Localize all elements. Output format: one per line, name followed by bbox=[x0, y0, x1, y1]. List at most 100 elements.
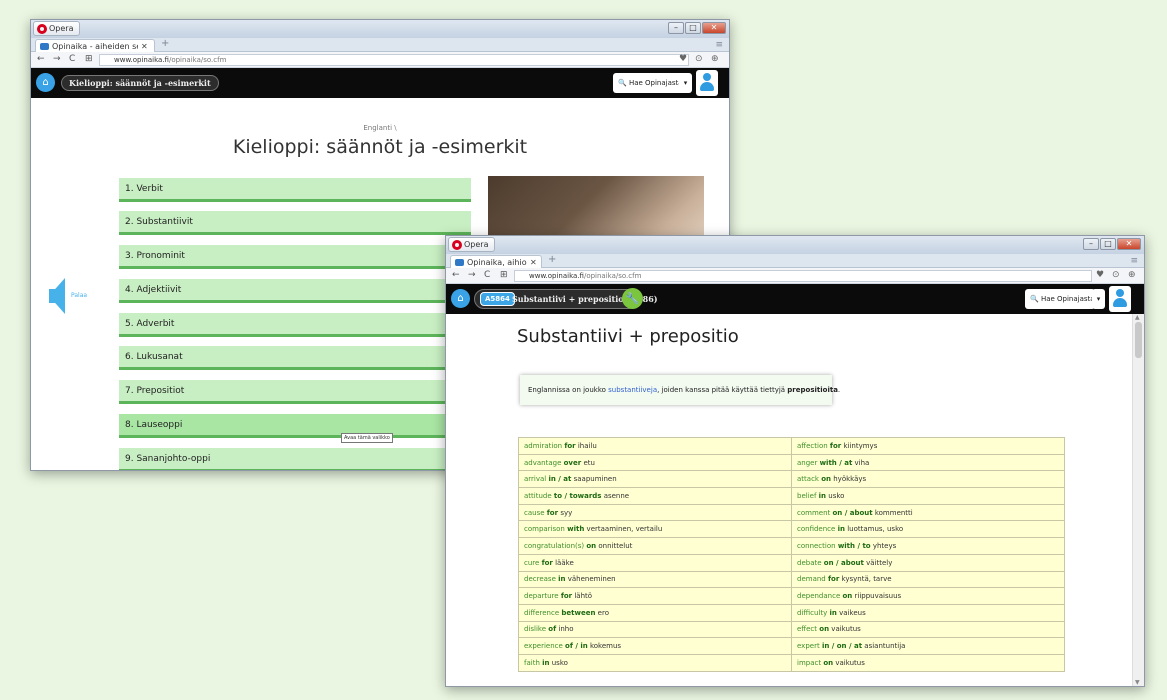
tab-menu-icon[interactable]: ≡ bbox=[715, 40, 723, 50]
reload-icon[interactable]: C bbox=[69, 54, 75, 64]
close-tab-icon[interactable]: ✕ bbox=[141, 41, 148, 52]
opera-menu-label: Opera bbox=[464, 240, 489, 249]
opera-menu-button[interactable]: Opera bbox=[33, 21, 80, 36]
translation: väittely bbox=[866, 558, 893, 567]
translation: kysyntä, tarve bbox=[841, 575, 892, 584]
menu-item[interactable]: 4. Adjektiivit bbox=[119, 279, 471, 303]
table-row: difference between ero difficulty in vaik… bbox=[518, 603, 1065, 622]
new-tab-icon[interactable]: + bbox=[161, 38, 169, 49]
search-dropdown-toggle[interactable]: ▾ bbox=[679, 73, 692, 93]
noun-word: dislike bbox=[524, 625, 547, 634]
table-cell: affection for kiintymys bbox=[791, 437, 1065, 455]
site-favicon-icon bbox=[455, 258, 464, 266]
home-icon[interactable]: ⌂ bbox=[36, 73, 55, 92]
back-nav-icon[interactable]: ← bbox=[37, 54, 45, 64]
browser-tab[interactable]: Opinaika, aihio 5864 - Sub ✕ bbox=[450, 255, 542, 268]
menu-item[interactable]: 5. Adverbit bbox=[119, 313, 471, 337]
url-host: www.opinaika.fi bbox=[114, 56, 169, 64]
address-bar[interactable]: www.opinaika.fi/opinaika/so.cfm bbox=[514, 270, 1092, 282]
nouns-link[interactable]: substantiiveja bbox=[608, 386, 657, 394]
search-dropdown-toggle[interactable]: ▾ bbox=[1092, 289, 1105, 309]
back-nav-icon[interactable]: ← bbox=[452, 270, 460, 280]
extensions-icon[interactable]: ⊕ bbox=[711, 54, 719, 64]
back-arrow-icon[interactable] bbox=[49, 278, 65, 314]
close-tab-icon[interactable]: ✕ bbox=[530, 257, 537, 268]
bookmark-heart-icon[interactable]: ♥ bbox=[679, 54, 687, 64]
url-host: www.opinaika.fi bbox=[529, 272, 584, 280]
table-cell: connection with / to yhteys bbox=[791, 537, 1065, 555]
wrench-icon[interactable]: 🔧 bbox=[622, 288, 643, 309]
translation: lääke bbox=[555, 558, 574, 567]
preposition: for bbox=[829, 441, 842, 450]
scrollbar[interactable]: ▲ ▼ bbox=[1132, 314, 1144, 686]
speed-dial-icon[interactable]: ⊞ bbox=[85, 54, 93, 64]
menu-item[interactable]: 7. Prepositiot bbox=[119, 380, 471, 404]
translation: vaikutus bbox=[831, 625, 861, 634]
translation: usko bbox=[828, 491, 845, 500]
preposition: to / towards bbox=[553, 491, 602, 500]
minimize-button[interactable]: – bbox=[668, 22, 684, 34]
preposition: on / about bbox=[823, 558, 864, 567]
subject-breadcrumb[interactable]: Englanti \ bbox=[31, 124, 729, 132]
menu-item[interactable]: 1. Verbit bbox=[119, 178, 471, 202]
scrollbar-thumb[interactable] bbox=[1135, 322, 1142, 358]
translation: kommentti bbox=[874, 508, 913, 517]
table-row: arrival in / at saapuminen attack on hyök… bbox=[518, 470, 1065, 489]
menu-item[interactable]: 2. Substantiivit bbox=[119, 211, 471, 235]
noun-word: connection bbox=[797, 541, 836, 550]
new-tab-icon[interactable]: + bbox=[548, 254, 556, 265]
site-header: ⌂ A5864 Substantiivi + prepositio (§ 286… bbox=[446, 284, 1144, 314]
noun-word: anger bbox=[797, 458, 818, 467]
table-row: cause for syy comment on / about kommentt… bbox=[518, 503, 1065, 522]
intro-text-middle: , joiden kanssa pitää käyttää tiettyjä bbox=[657, 386, 788, 394]
table-cell: belief in usko bbox=[791, 487, 1065, 505]
tab-title: Opinaika - aiheiden selaus bbox=[52, 41, 138, 51]
intro-text-before: Englannissa on joukko bbox=[528, 386, 609, 394]
user-avatar-icon[interactable] bbox=[696, 70, 718, 96]
translation: yhteys bbox=[872, 541, 897, 550]
back-label[interactable]: Palaa bbox=[71, 292, 87, 299]
search-box[interactable]: 🔍 Hae Opinajasta... bbox=[1025, 289, 1101, 309]
close-window-button[interactable]: ✕ bbox=[1117, 238, 1141, 250]
translation: riippuvaisuus bbox=[854, 592, 902, 601]
table-cell: expert in / on / at asiantuntija bbox=[791, 637, 1065, 655]
user-avatar-icon[interactable] bbox=[1109, 286, 1131, 312]
translation: syy bbox=[560, 508, 573, 517]
scroll-down-icon[interactable]: ▼ bbox=[1135, 679, 1140, 686]
menu-item[interactable]: 6. Lukusanat bbox=[119, 346, 471, 370]
forward-nav-icon[interactable]: → bbox=[53, 54, 61, 64]
extensions-icon[interactable]: ⊕ bbox=[1128, 270, 1136, 280]
opera-menu-button[interactable]: Opera bbox=[448, 237, 495, 252]
tab-menu-icon[interactable]: ≡ bbox=[1130, 256, 1138, 266]
maximize-button[interactable]: □ bbox=[685, 22, 701, 34]
translation: saapuminen bbox=[573, 475, 617, 484]
speed-dial-icon[interactable]: ⊞ bbox=[500, 270, 508, 280]
translation: ero bbox=[597, 608, 609, 617]
translation: hyökkäys bbox=[833, 475, 867, 484]
address-bar[interactable]: www.opinaika.fi/opinaika/so.cfm bbox=[99, 54, 689, 66]
browser-window-noun-preposition: Opera – □ ✕ Opinaika, aihio 5864 - Sub ✕… bbox=[445, 235, 1145, 687]
preposition: in bbox=[818, 491, 827, 500]
translation: usko bbox=[551, 658, 568, 667]
reload-icon[interactable]: C bbox=[484, 270, 490, 280]
table-cell: debate on / about väittely bbox=[791, 553, 1065, 572]
home-icon[interactable]: ⌂ bbox=[451, 289, 470, 308]
menu-item[interactable]: 3. Pronominit bbox=[119, 245, 471, 269]
site-favicon-icon bbox=[40, 42, 49, 50]
close-window-button[interactable]: ✕ bbox=[702, 22, 726, 34]
maximize-button[interactable]: □ bbox=[1100, 238, 1116, 250]
breadcrumb[interactable]: Kielioppi: säännöt ja -esimerkit bbox=[61, 75, 219, 91]
minimize-button[interactable]: – bbox=[1083, 238, 1099, 250]
translation: onnittelut bbox=[598, 541, 633, 550]
browser-tab[interactable]: Opinaika - aiheiden selaus ✕ bbox=[35, 39, 155, 52]
forward-nav-icon[interactable]: → bbox=[468, 270, 476, 280]
download-icon[interactable]: ⊙ bbox=[1112, 270, 1120, 280]
scroll-up-icon[interactable]: ▲ bbox=[1135, 314, 1140, 321]
menu-item[interactable]: 8. Lauseoppi bbox=[119, 414, 471, 438]
download-icon[interactable]: ⊙ bbox=[695, 54, 703, 64]
bookmark-heart-icon[interactable]: ♥ bbox=[1096, 270, 1104, 280]
menu-item[interactable]: 9. Sananjohto-oppi bbox=[119, 448, 471, 470]
window-controls: – □ ✕ bbox=[1083, 238, 1141, 250]
translation: kokemus bbox=[589, 642, 622, 651]
menu-tooltip: Avaa tämä valikko bbox=[341, 433, 393, 443]
